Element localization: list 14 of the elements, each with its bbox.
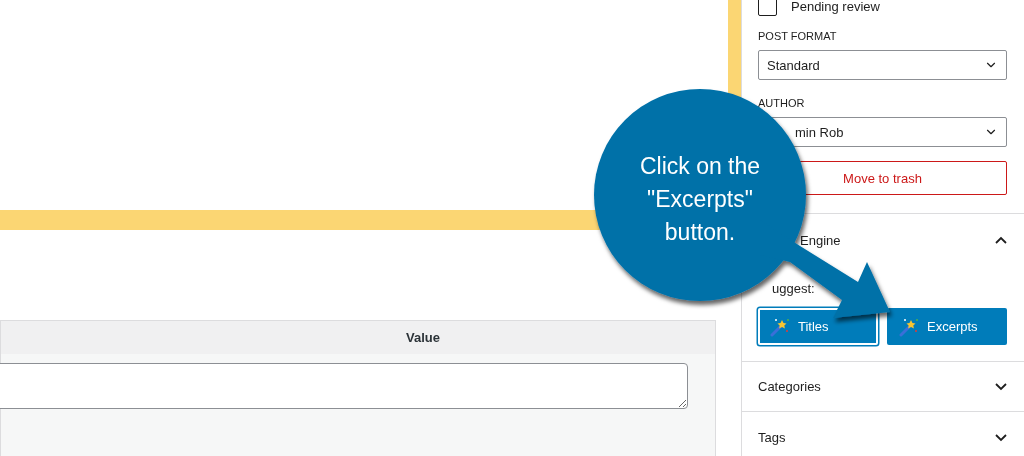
value-field[interactable] bbox=[0, 363, 688, 409]
field-label: POST FORMAT bbox=[758, 30, 837, 42]
suggest-button[interactable]: Titles bbox=[758, 308, 878, 345]
field-label: AUTHOR bbox=[758, 97, 805, 109]
panel-header[interactable]: Tags bbox=[758, 412, 1007, 456]
magic-wand-icon bbox=[899, 316, 919, 337]
magic-wand-icon bbox=[770, 316, 790, 337]
panel-header[interactable]: Categories bbox=[758, 362, 1007, 411]
checkbox-label: Pending review bbox=[791, 0, 880, 14]
column-header: Value bbox=[406, 330, 440, 345]
checkbox[interactable] bbox=[758, 0, 777, 16]
post-format-select[interactable]: Standard bbox=[758, 50, 1007, 80]
suggest-label: uggest: bbox=[772, 281, 815, 296]
suggest-button[interactable]: Excerpts bbox=[887, 308, 1007, 345]
